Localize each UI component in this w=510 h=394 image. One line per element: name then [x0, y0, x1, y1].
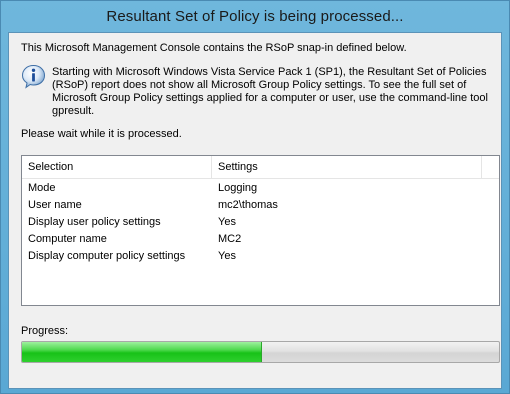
row-selection: Computer name — [28, 233, 107, 245]
settings-list[interactable]: Selection Settings Mode Logging User nam… — [21, 155, 500, 306]
wait-text: Please wait while it is processed. — [21, 128, 182, 140]
column-header-selection[interactable]: Selection — [22, 156, 212, 178]
dialog-body: This Microsoft Management Console contai… — [8, 32, 502, 389]
title-bar[interactable]: Resultant Set of Policy is being process… — [1, 1, 509, 31]
column-header-settings[interactable]: Settings — [212, 156, 482, 178]
progress-bar — [21, 341, 500, 363]
list-row[interactable]: Mode Logging — [22, 180, 499, 197]
rsop-dialog-window: Resultant Set of Policy is being process… — [0, 0, 510, 394]
row-selection: Display computer policy settings — [28, 250, 186, 262]
row-settings: mc2\thomas — [218, 199, 278, 211]
row-settings: Yes — [218, 216, 236, 228]
row-selection: Mode — [28, 182, 56, 194]
row-settings: MC2 — [218, 233, 242, 245]
row-settings: Yes — [218, 250, 236, 262]
list-row[interactable]: Display user policy settings Yes — [22, 214, 499, 231]
progress-fill — [22, 342, 262, 362]
list-header: Selection Settings — [22, 156, 499, 179]
column-header-filler — [482, 156, 499, 178]
intro-text: This Microsoft Management Console contai… — [21, 42, 407, 54]
row-selection: User name — [28, 199, 82, 211]
list-body: Mode Logging User name mc2\thomas Displa… — [22, 180, 499, 265]
list-row[interactable]: User name mc2\thomas — [22, 197, 499, 214]
row-settings: Logging — [218, 182, 258, 194]
list-row[interactable]: Display computer policy settings Yes — [22, 248, 499, 265]
sp1-notice-text: Starting with Microsoft Windows Vista Se… — [52, 66, 488, 117]
window-title: Resultant Set of Policy is being process… — [106, 7, 404, 25]
progress-label: Progress: — [21, 325, 69, 337]
list-row[interactable]: Computer name MC2 — [22, 231, 499, 248]
info-icon — [21, 64, 46, 89]
row-selection: Display user policy settings — [28, 216, 161, 228]
